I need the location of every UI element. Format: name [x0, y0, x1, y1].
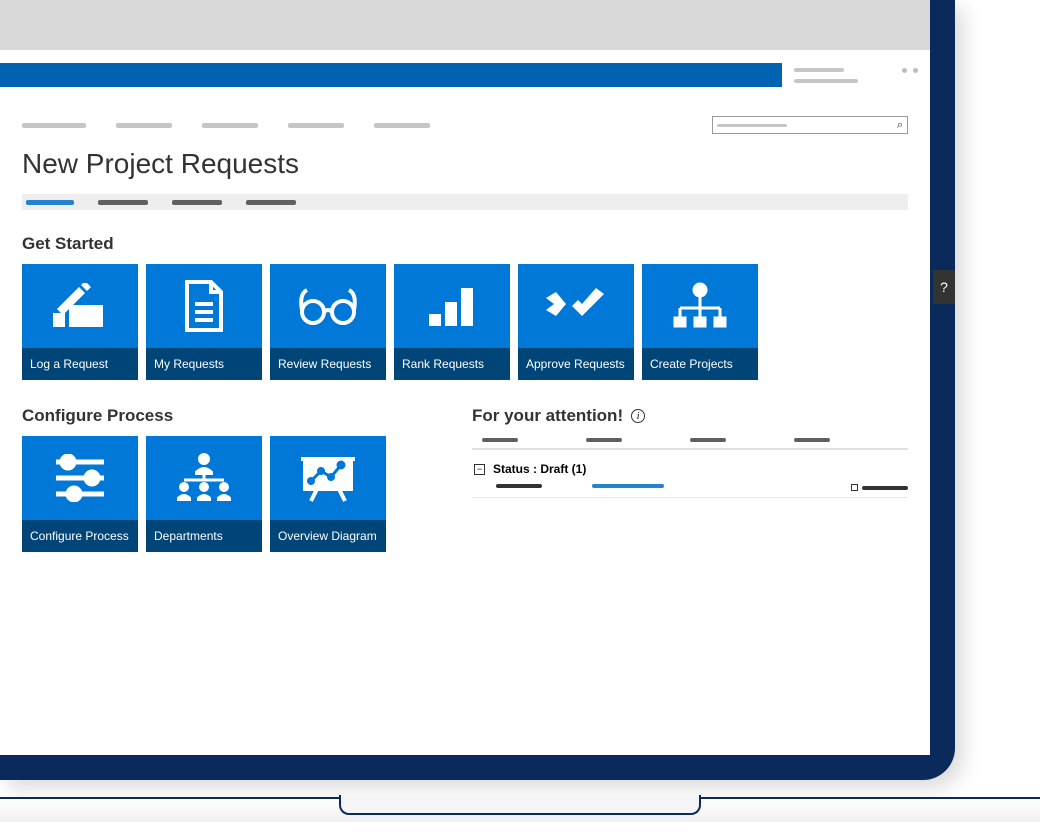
status-data-row[interactable] — [472, 484, 908, 498]
header-placeholder — [794, 68, 844, 72]
sliders-icon — [22, 436, 138, 520]
column-header[interactable] — [482, 438, 518, 442]
glasses-icon — [270, 264, 386, 348]
nav-item[interactable] — [374, 123, 430, 128]
tile-label: Overview Diagram — [270, 520, 386, 552]
hierarchy-icon — [642, 264, 758, 348]
tab-item[interactable] — [98, 200, 148, 205]
tile-label: Rank Requests — [394, 348, 510, 380]
document-icon — [146, 264, 262, 348]
tab-item[interactable] — [246, 200, 296, 205]
info-icon[interactable]: i — [631, 409, 645, 423]
tile-log-request[interactable]: Log a Request — [22, 264, 138, 380]
tab-active[interactable] — [26, 200, 74, 205]
tile-label: Review Requests — [270, 348, 386, 380]
tile-review-requests[interactable]: Review Requests — [270, 264, 386, 380]
nav-item[interactable] — [22, 123, 86, 128]
configure-tiles: Configure Process Departments — [22, 436, 402, 552]
header — [0, 50, 930, 100]
tile-label: Log a Request — [22, 348, 138, 380]
tab-strip — [22, 194, 908, 210]
status-label: Status : Draft (1) — [493, 462, 586, 476]
tile-overview-diagram[interactable]: Overview Diagram — [270, 436, 386, 552]
help-button[interactable]: ? — [933, 270, 955, 304]
data-cell-link[interactable] — [592, 484, 664, 488]
column-header[interactable] — [586, 438, 622, 442]
approve-icon — [518, 264, 634, 348]
nav-item[interactable] — [202, 123, 258, 128]
top-nav: ⌕ — [22, 116, 908, 134]
nav-item[interactable] — [116, 123, 172, 128]
search-icon[interactable]: ⌕ — [897, 119, 903, 132]
tile-my-requests[interactable]: My Requests — [146, 264, 262, 380]
tab-item[interactable] — [172, 200, 222, 205]
tile-label: Configure Process — [22, 520, 138, 552]
tile-label: Approve Requests — [518, 348, 634, 380]
tile-rank-requests[interactable]: Rank Requests — [394, 264, 510, 380]
ribbon-bar — [0, 63, 782, 87]
titlebar — [0, 0, 930, 50]
org-chart-icon — [146, 436, 262, 520]
section-configure: Configure Process — [22, 406, 402, 426]
column-header[interactable] — [690, 438, 726, 442]
tile-create-projects[interactable]: Create Projects — [642, 264, 758, 380]
header-placeholder — [794, 79, 858, 83]
status-group[interactable]: − Status : Draft (1) — [472, 462, 908, 476]
tile-approve-requests[interactable]: Approve Requests — [518, 264, 634, 380]
tile-label: Create Projects — [642, 348, 758, 380]
window-control-dot[interactable] — [902, 68, 907, 73]
tile-departments[interactable]: Departments — [146, 436, 262, 552]
data-cell — [496, 484, 542, 488]
column-header[interactable] — [794, 438, 830, 442]
search-placeholder — [717, 124, 787, 127]
get-started-tiles: Log a Request My Requests Review Request… — [22, 264, 908, 380]
help-icon: ? — [940, 279, 948, 295]
tile-label: Departments — [146, 520, 262, 552]
checkbox-icon[interactable] — [851, 484, 858, 491]
laptop-notch — [339, 795, 701, 815]
edit-icon — [22, 264, 138, 348]
bar-chart-icon — [394, 264, 510, 348]
page-title: New Project Requests — [22, 148, 908, 180]
window-control-dot[interactable] — [913, 68, 918, 73]
presentation-icon — [270, 436, 386, 520]
nav-item[interactable] — [288, 123, 344, 128]
search-input[interactable]: ⌕ — [712, 116, 908, 134]
attention-columns — [472, 438, 908, 450]
tile-configure-process[interactable]: Configure Process — [22, 436, 138, 552]
section-attention: For your attention! — [472, 406, 623, 426]
data-cell — [862, 486, 908, 490]
collapse-icon[interactable]: − — [474, 464, 485, 475]
tile-label: My Requests — [146, 348, 262, 380]
section-get-started: Get Started — [22, 234, 908, 254]
